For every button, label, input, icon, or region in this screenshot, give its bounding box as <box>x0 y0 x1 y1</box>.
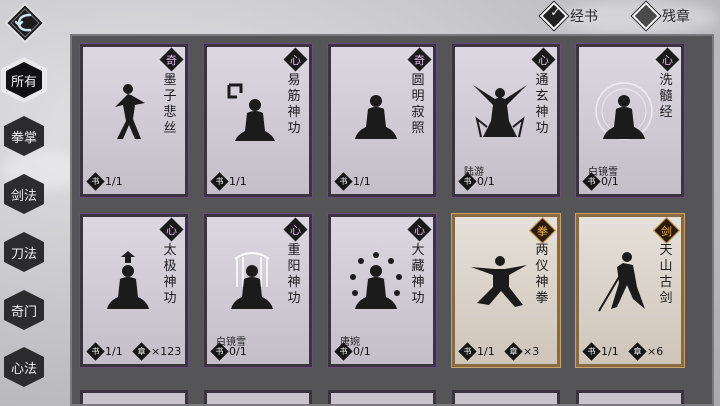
checkbox-unchecked-icon <box>631 1 661 31</box>
book-icon: 书 <box>210 342 229 361</box>
tab-label: 奇门 <box>10 304 37 320</box>
skill-card[interactable]: 剑天山古剑书 1/1 章 ×6 <box>575 213 685 368</box>
book-count: 书 1/1 <box>458 342 495 361</box>
card-grid-panel: 奇墨子悲丝书 1/1 心易筋神功书 1/1 奇圆明寂照书 1/1 心通玄神功 陆游书 0/1 心洗… <box>70 34 714 406</box>
chapter-count: 章 ×6 <box>628 342 663 361</box>
martial-artist-icon <box>589 77 659 147</box>
category-badge-icon: 奇 <box>407 47 432 72</box>
skill-card[interactable]: 心大藏神功 唐婉书 0/1 <box>327 213 437 368</box>
tab-all[interactable]: 所有 <box>4 60 44 100</box>
book-count: 书 1/1 <box>86 172 123 191</box>
category-badge-icon: 心 <box>283 217 308 242</box>
martial-artist-icon <box>217 77 287 147</box>
category-badge-icon: 心 <box>159 217 184 242</box>
skill-card-partial[interactable] <box>328 390 436 404</box>
tab-label: 刀法 <box>10 246 37 262</box>
skill-card[interactable]: 心重阳神功 白镜雪书 0/1 <box>203 213 313 368</box>
tab-fist-palm[interactable]: 拳掌 <box>4 116 44 156</box>
martial-artist-icon <box>93 77 163 147</box>
skill-card[interactable]: 心通玄神功 陆游书 0/1 <box>451 43 561 198</box>
skill-name: 圆明寂照 <box>411 73 425 136</box>
category-badge-icon: 心 <box>655 47 680 72</box>
skill-card-partial[interactable] <box>80 390 188 404</box>
back-button[interactable] <box>4 2 46 44</box>
skill-card[interactable]: 心太极神功书 1/1 章 ×123 <box>79 213 189 368</box>
book-icon: 书 <box>458 172 477 191</box>
skill-card[interactable]: 心易筋神功书 1/1 <box>203 43 313 198</box>
book-count: 书 0/1 <box>334 342 371 361</box>
filter-canzhang-label: 残章 <box>662 9 690 25</box>
skill-name: 两仪神拳 <box>535 243 549 306</box>
skill-name: 大藏神功 <box>411 243 425 306</box>
tab-blade[interactable]: 刀法 <box>4 232 44 272</box>
tab-label: 所有 <box>10 74 37 90</box>
back-arrow-icon <box>4 2 46 44</box>
skill-name: 易筋神功 <box>287 73 301 136</box>
tab-label: 剑法 <box>10 188 37 204</box>
chapter-icon: 章 <box>132 342 151 361</box>
book-count: 书 1/1 <box>210 172 247 191</box>
chapter-count: 章 ×3 <box>504 342 539 361</box>
book-count: 书 0/1 <box>458 172 495 191</box>
book-count: 书 0/1 <box>210 342 247 361</box>
book-count: 书 0/1 <box>582 172 619 191</box>
martial-artist-icon <box>93 247 163 317</box>
tab-exotic[interactable]: 奇门 <box>4 290 44 330</box>
category-badge-icon: 心 <box>531 47 556 72</box>
martial-artist-icon <box>341 77 411 147</box>
book-icon: 书 <box>458 342 477 361</box>
skill-name: 洗髓经 <box>659 73 673 120</box>
martial-artist-icon <box>589 247 659 317</box>
book-count: 书 1/1 <box>86 342 123 361</box>
category-badge-icon: 心 <box>283 47 308 72</box>
skill-card[interactable]: 奇墨子悲丝书 1/1 <box>79 43 189 198</box>
book-icon: 书 <box>582 172 601 191</box>
skill-card[interactable]: 拳两仪神拳书 1/1 章 ×3 <box>451 213 561 368</box>
martial-artist-icon <box>341 247 411 317</box>
skill-name: 墨子悲丝 <box>163 73 177 136</box>
book-icon: 书 <box>334 172 353 191</box>
book-count: 书 1/1 <box>334 172 371 191</box>
category-badge-icon: 拳 <box>529 217 556 244</box>
book-icon: 书 <box>86 342 105 361</box>
category-badge-icon: 剑 <box>653 217 680 244</box>
book-icon: 书 <box>86 172 105 191</box>
skill-name: 天山古剑 <box>659 243 673 306</box>
skill-name: 通玄神功 <box>535 73 549 136</box>
skill-card-partial[interactable] <box>204 390 312 404</box>
skill-name: 重阳神功 <box>287 243 301 306</box>
filter-jingshu[interactable]: ✓ 经书 <box>539 1 598 31</box>
book-icon: 书 <box>334 342 353 361</box>
category-badge-icon: 心 <box>407 217 432 242</box>
tab-inner-art[interactable]: 心法 <box>4 347 44 387</box>
skill-card[interactable]: 奇圆明寂照书 1/1 <box>327 43 437 198</box>
book-icon: 书 <box>210 172 229 191</box>
chapter-icon: 章 <box>628 342 647 361</box>
category-badge-icon: 奇 <box>159 47 184 72</box>
checkbox-checked-icon: ✓ <box>539 1 569 31</box>
tab-label: 拳掌 <box>10 130 37 146</box>
filter-jingshu-label: 经书 <box>570 9 598 25</box>
book-count: 书 1/1 <box>582 342 619 361</box>
skill-name: 太极神功 <box>163 243 177 306</box>
tab-sword[interactable]: 剑法 <box>4 174 44 214</box>
martial-artist-icon <box>217 247 287 317</box>
book-icon: 书 <box>582 342 601 361</box>
skill-card-partial[interactable] <box>452 390 560 404</box>
martial-artist-icon <box>465 247 535 317</box>
filter-canzhang[interactable]: 残章 <box>631 1 690 31</box>
skill-card[interactable]: 心洗髓经 白镜雪书 0/1 <box>575 43 685 198</box>
chapter-icon: 章 <box>504 342 523 361</box>
chapter-count: 章 ×123 <box>132 342 181 361</box>
skill-card-partial[interactable] <box>576 390 684 404</box>
tab-label: 心法 <box>10 361 37 377</box>
martial-artist-icon <box>465 77 535 147</box>
